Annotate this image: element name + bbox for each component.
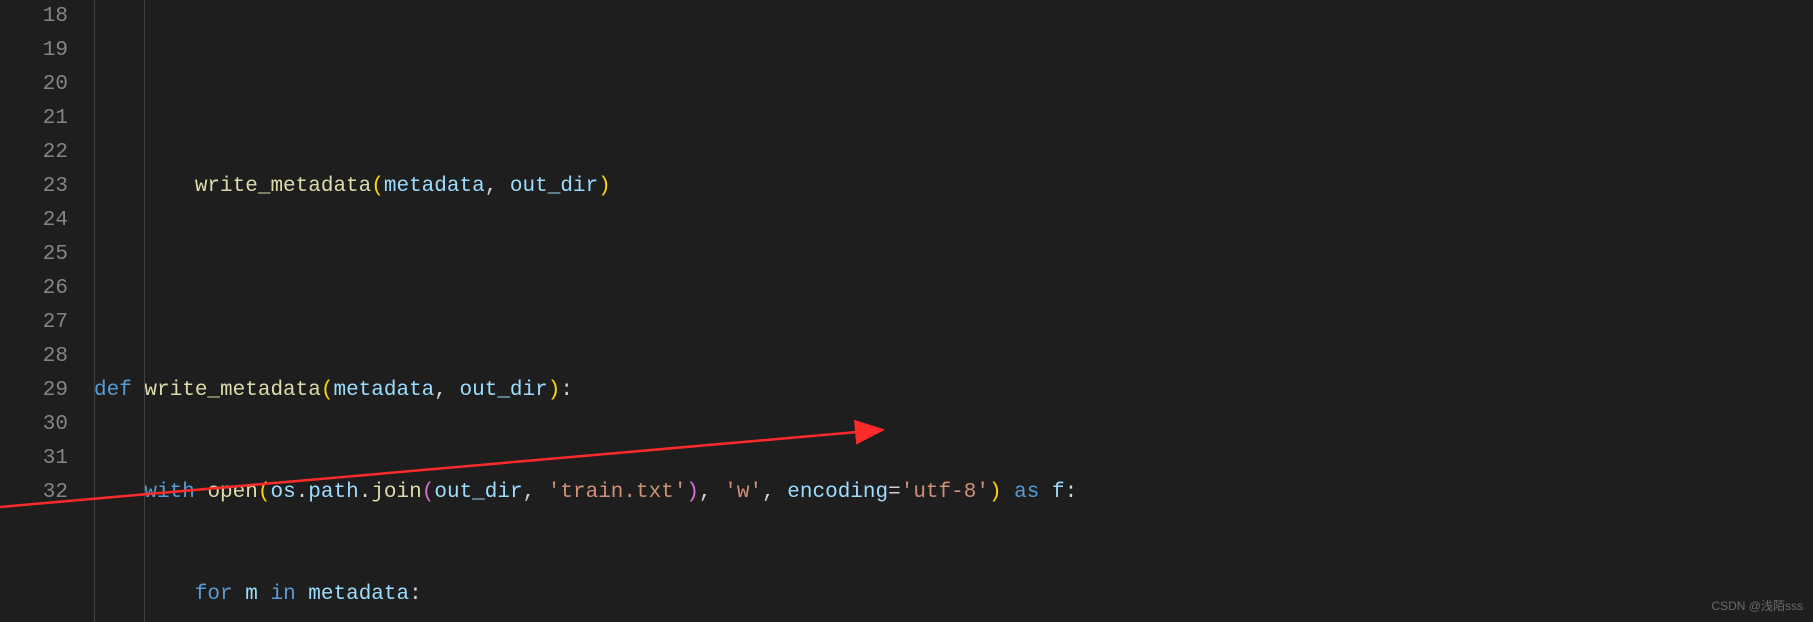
line-number: 22 bbox=[0, 136, 68, 170]
annotation-arrow-icon bbox=[0, 0, 1000, 520]
line-number: 32 bbox=[0, 476, 68, 510]
line-number: 30 bbox=[0, 408, 68, 442]
code-line[interactable] bbox=[94, 272, 1813, 306]
line-number: 28 bbox=[0, 340, 68, 374]
line-number: 29 bbox=[0, 374, 68, 408]
line-number: 27 bbox=[0, 306, 68, 340]
line-number: 26 bbox=[0, 272, 68, 306]
code-line[interactable]: with open(os.path.join(out_dir, 'train.t… bbox=[94, 476, 1813, 510]
line-number: 25 bbox=[0, 238, 68, 272]
code-line[interactable]: def write_metadata(metadata, out_dir): bbox=[94, 374, 1813, 408]
code-area[interactable]: write_metadata(metadata, out_dir) def wr… bbox=[94, 0, 1813, 622]
line-number: 20 bbox=[0, 68, 68, 102]
line-number: 24 bbox=[0, 204, 68, 238]
code-editor[interactable]: 18 19 20 21 22 23 24 25 26 27 28 29 30 3… bbox=[0, 0, 1813, 622]
line-number: 19 bbox=[0, 34, 68, 68]
watermark-label: CSDN @浅陌sss bbox=[1711, 597, 1803, 616]
line-number: 23 bbox=[0, 170, 68, 204]
line-number: 21 bbox=[0, 102, 68, 136]
code-line[interactable]: for m in metadata: bbox=[94, 578, 1813, 612]
line-number-gutter: 18 19 20 21 22 23 24 25 26 27 28 29 30 3… bbox=[0, 0, 94, 622]
line-number: 18 bbox=[0, 0, 68, 34]
code-line[interactable]: write_metadata(metadata, out_dir) bbox=[94, 170, 1813, 204]
line-number: 31 bbox=[0, 442, 68, 476]
